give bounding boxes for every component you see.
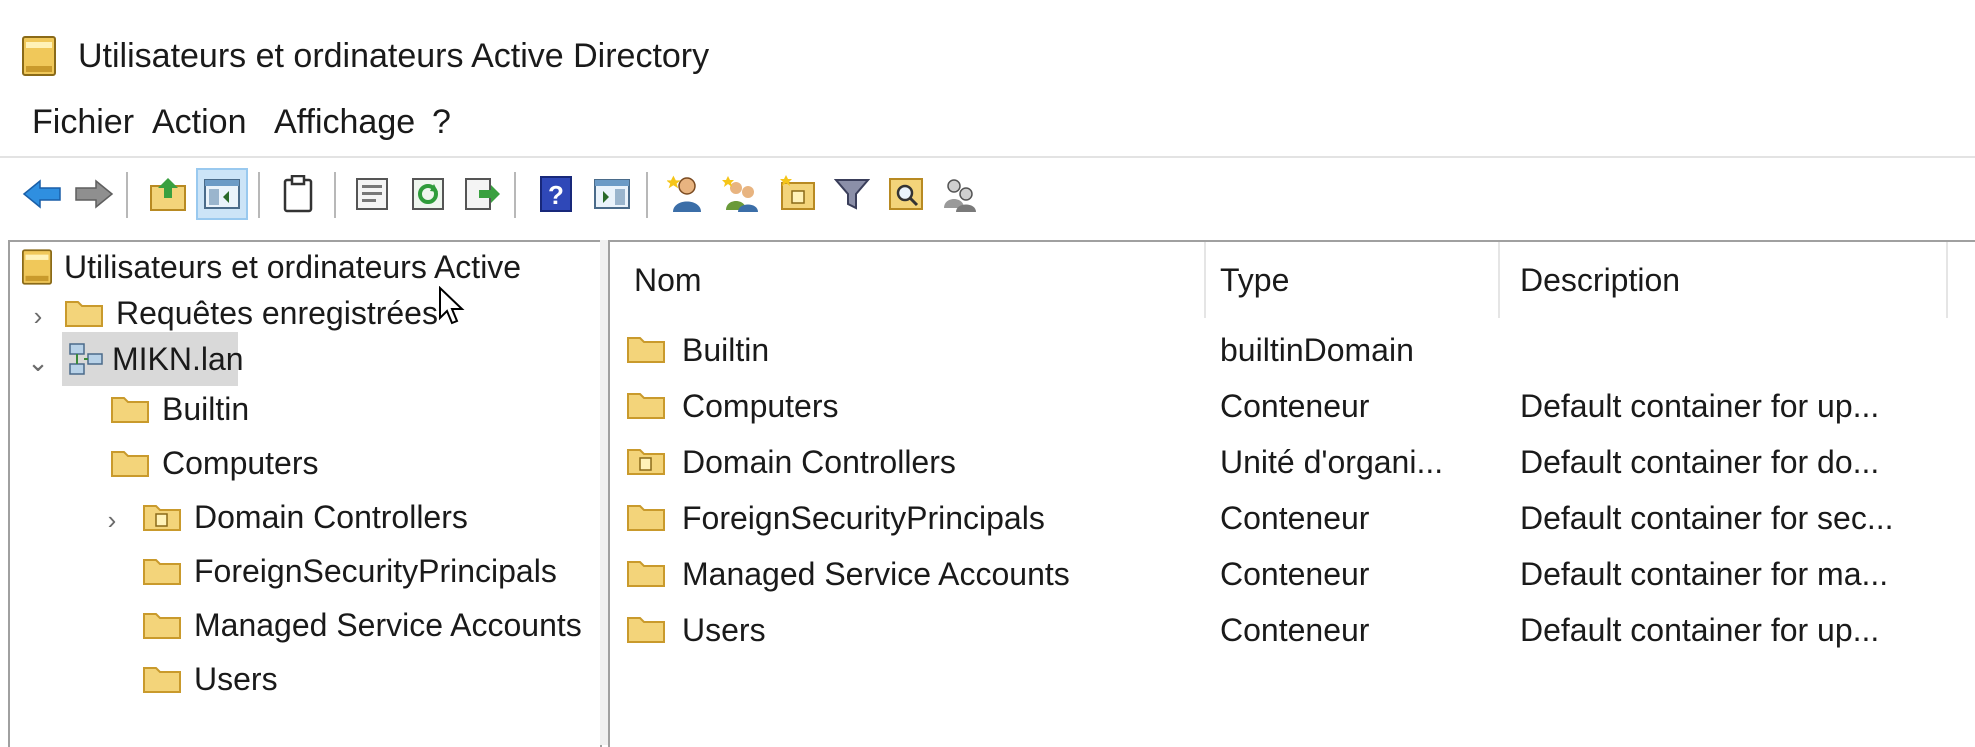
cell-name: Builtin xyxy=(682,332,770,368)
tree-node-managed-service-accounts[interactable]: Managed Service Accounts xyxy=(142,598,600,652)
toolbar: ? xyxy=(0,156,1975,234)
cell-name: Users xyxy=(682,612,766,648)
column-divider[interactable] xyxy=(1946,242,1948,318)
tree-node-domain[interactable]: MIKN.lan xyxy=(62,332,244,386)
cell-type: builtinDomain xyxy=(1220,332,1414,368)
domain-icon xyxy=(62,342,104,376)
cell-type: Unité d'organi... xyxy=(1220,444,1444,480)
folder-icon xyxy=(64,298,104,328)
cell-description: Default container for up... xyxy=(1520,612,1880,648)
toolbar-separator xyxy=(334,172,336,218)
folder-icon xyxy=(142,664,182,694)
table-row[interactable]: ForeignSecurityPrincipals Conteneur Defa… xyxy=(610,490,1975,546)
show-hide-action-pane-icon[interactable] xyxy=(586,168,638,220)
toolbar-separator xyxy=(126,172,128,218)
export-list-icon[interactable] xyxy=(456,168,508,220)
column-header-description[interactable]: Description xyxy=(1520,242,1920,318)
tree-label: Users xyxy=(194,660,278,697)
tree-node-computers[interactable]: Computers xyxy=(110,436,600,490)
cell-description: Default container for sec... xyxy=(1520,500,1894,536)
toolbar-separator xyxy=(514,172,516,218)
table-row[interactable]: Computers Conteneur Default container fo… xyxy=(610,378,1975,434)
folder-icon xyxy=(626,502,666,532)
forward-arrow-icon[interactable] xyxy=(68,168,120,220)
up-folder-icon[interactable] xyxy=(142,168,194,220)
clipboard-icon[interactable] xyxy=(272,168,324,220)
tree-label: Computers xyxy=(162,444,319,481)
column-divider[interactable] xyxy=(1498,242,1500,318)
tree-node-domain-controllers[interactable]: Domain Controllers xyxy=(142,490,600,544)
cell-type: Conteneur xyxy=(1220,612,1370,648)
find-icon[interactable] xyxy=(880,168,932,220)
details-list: Nom Type Description Builtin builtinDoma… xyxy=(608,240,1975,747)
svg-text:?: ? xyxy=(548,180,564,210)
column-header-name[interactable]: Nom xyxy=(634,242,1074,318)
tree-node-users[interactable]: Users xyxy=(142,652,600,706)
cell-type: Conteneur xyxy=(1220,388,1370,424)
new-group-icon[interactable] xyxy=(716,168,768,220)
folder-icon xyxy=(142,556,182,586)
menu-bar: Fichier Action Affichage ? xyxy=(0,96,1975,148)
folder-icon xyxy=(626,558,666,588)
add-to-group-icon[interactable] xyxy=(934,168,986,220)
table-row[interactable]: Domain Controllers Unité d'organi... Def… xyxy=(610,434,1975,490)
window-title: Utilisateurs et ordinateurs Active Direc… xyxy=(78,37,710,75)
properties-icon[interactable] xyxy=(346,168,398,220)
tree-label: ForeignSecurityPrincipals xyxy=(194,552,557,589)
tree-label: Managed Service Accounts xyxy=(194,606,582,643)
show-hide-console-tree-icon[interactable] xyxy=(196,168,248,220)
column-divider[interactable] xyxy=(1204,242,1206,318)
toolbar-separator xyxy=(646,172,648,218)
cell-description: Default container for ma... xyxy=(1520,556,1889,592)
cell-description: Default container for up... xyxy=(1520,388,1880,424)
tree-label: Builtin xyxy=(162,390,250,427)
cell-description: Default container for do... xyxy=(1520,444,1880,480)
cell-type: Conteneur xyxy=(1220,556,1370,592)
ou-icon xyxy=(626,446,666,476)
table-row[interactable]: Builtin builtinDomain xyxy=(610,322,1975,378)
column-header-type[interactable]: Type xyxy=(1220,242,1420,318)
console-tree: Utilisateurs et ordinateurs Active › Req… xyxy=(8,240,602,747)
chevron-right-icon[interactable]: › xyxy=(24,302,52,330)
table-row[interactable]: Managed Service Accounts Conteneur Defau… xyxy=(610,546,1975,602)
tree-node-foreign-security-principals[interactable]: ForeignSecurityPrincipals xyxy=(142,544,600,598)
cell-name: ForeignSecurityPrincipals xyxy=(682,500,1045,536)
new-ou-icon[interactable] xyxy=(772,168,824,220)
menu-help[interactable]: ? xyxy=(428,96,455,148)
folder-icon xyxy=(110,448,150,478)
tree-root-label: Utilisateurs et ordinateurs Active xyxy=(64,248,522,285)
title-bar: Utilisateurs et ordinateurs Active Direc… xyxy=(0,0,1975,108)
menu-affichage[interactable]: Affichage xyxy=(270,96,419,148)
folder-icon xyxy=(142,610,182,640)
folder-icon xyxy=(626,390,666,420)
ou-icon xyxy=(142,502,182,532)
help-icon[interactable]: ? xyxy=(530,168,582,220)
chevron-down-icon[interactable]: ⌄ xyxy=(24,348,52,376)
tree-label: Domain Controllers xyxy=(194,498,468,535)
back-arrow-icon[interactable] xyxy=(16,168,68,220)
mouse-cursor-icon xyxy=(438,286,466,326)
cell-name: Managed Service Accounts xyxy=(682,556,1070,592)
cell-name: Domain Controllers xyxy=(682,444,956,480)
cell-name: Computers xyxy=(682,388,839,424)
tree-label: Requêtes enregistrées xyxy=(116,294,438,331)
new-user-icon[interactable] xyxy=(660,168,712,220)
ad-users-computers-icon xyxy=(22,249,52,285)
filter-icon[interactable] xyxy=(826,168,878,220)
folder-icon xyxy=(626,614,666,644)
ad-users-computers-icon xyxy=(22,36,56,76)
menu-fichier[interactable]: Fichier xyxy=(28,96,138,148)
toolbar-separator xyxy=(258,172,260,218)
chevron-right-icon[interactable]: › xyxy=(98,506,126,534)
menu-action[interactable]: Action xyxy=(148,96,251,148)
pane-splitter[interactable] xyxy=(600,240,608,745)
folder-icon xyxy=(626,334,666,364)
refresh-icon[interactable] xyxy=(402,168,454,220)
tree-label: MIKN.lan xyxy=(112,340,244,377)
tree-node-builtin[interactable]: Builtin xyxy=(110,382,600,436)
cell-type: Conteneur xyxy=(1220,500,1370,536)
folder-icon xyxy=(110,394,150,424)
table-row[interactable]: Users Conteneur Default container for up… xyxy=(610,602,1975,658)
